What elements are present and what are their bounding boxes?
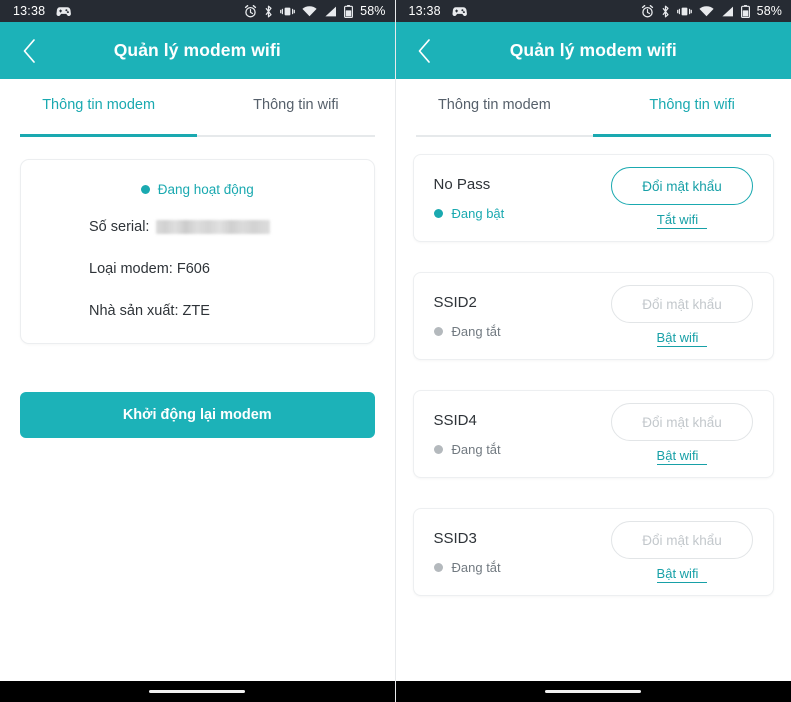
wifi-icon xyxy=(302,5,317,16)
gesture-nav-bar xyxy=(395,681,791,702)
wifi-state-row: Đang bật xyxy=(433,205,505,221)
modem-info-content: Đang hoạt động Số serial: Loại modem: F6… xyxy=(0,137,395,681)
change-password-button: Đổi mật khẩu xyxy=(611,403,753,441)
status-bar-left: 13:38 xyxy=(409,4,467,18)
status-dot-icon xyxy=(140,185,150,194)
notification-game-icon xyxy=(452,6,467,16)
back-button[interactable] xyxy=(6,28,52,74)
toggle-wifi-link[interactable]: Tắt wifi xyxy=(656,212,708,229)
change-password-button: Đổi mật khẩu xyxy=(611,521,753,559)
tab-bar: Thông tin modem Thông tin wifi xyxy=(0,79,395,137)
tab-thong-tin-modem[interactable]: Thông tin modem xyxy=(396,79,594,137)
wifi-card-info: No Pass Đang bật xyxy=(433,175,505,221)
ssid-name: SSID4 xyxy=(433,411,477,429)
app-bar: Quản lý modem wifi xyxy=(0,22,395,79)
change-password-button[interactable]: Đổi mật khẩu xyxy=(611,167,753,205)
status-dot-icon xyxy=(433,326,443,336)
wifi-card-info: SSID4 Đang tắt xyxy=(433,411,501,457)
list-item[interactable]: SSID3 Đang tắt Đổi mật khẩu Bật wifi xyxy=(412,508,774,596)
status-bar-right: 58% xyxy=(641,4,782,18)
wifi-network-list: No Pass Đang bật Đổi mật khẩu Tắt wifi S… xyxy=(396,137,791,596)
modem-manufacturer-row: Nhà sản xuất: ZTE xyxy=(89,303,210,319)
gesture-nav-bar xyxy=(0,681,395,702)
status-bar: 13:38 58% xyxy=(0,0,395,22)
back-button[interactable] xyxy=(402,28,448,74)
wifi-card-actions: Đổi mật khẩu Tắt wifi xyxy=(611,167,753,229)
wifi-card-actions: Đổi mật khẩu Bật wifi xyxy=(611,285,753,347)
toggle-wifi-link[interactable]: Bật wifi xyxy=(656,330,708,347)
wifi-card-actions: Đổi mật khẩu Bật wifi xyxy=(611,403,753,465)
ssid-name: SSID3 xyxy=(433,529,477,547)
tab-thong-tin-wifi[interactable]: Thông tin wifi xyxy=(197,79,394,137)
modem-serial-label: Số serial: xyxy=(89,219,150,235)
status-dot-icon xyxy=(433,208,443,218)
signal-icon xyxy=(722,6,733,16)
tab-thong-tin-wifi[interactable]: Thông tin wifi xyxy=(593,79,791,137)
wifi-card-info: SSID2 Đang tắt xyxy=(433,293,501,339)
bluetooth-icon xyxy=(662,5,669,17)
left-panel-modem-info: 13:38 58% Quản lý modem wifi Thông tin m… xyxy=(0,0,396,702)
wifi-state-label: Đang tắt xyxy=(451,559,501,575)
tab-bar: Thông tin modem Thông tin wifi xyxy=(395,79,791,137)
toggle-wifi-link[interactable]: Bật wifi xyxy=(656,566,708,583)
wifi-card-actions: Đổi mật khẩu Bật wifi xyxy=(611,521,753,583)
wifi-state-label: Đang bật xyxy=(451,205,505,221)
app-bar: Quản lý modem wifi xyxy=(395,22,791,79)
status-bar-clock: 13:38 xyxy=(408,4,441,18)
tab-label: Thông tin modem xyxy=(437,97,551,113)
modem-status-label: Đang hoạt động xyxy=(157,182,254,197)
notification-game-icon xyxy=(56,6,72,16)
status-bar: 13:38 58% xyxy=(395,0,791,22)
wifi-icon xyxy=(699,5,714,16)
modem-type-row: Loại modem: F606 xyxy=(89,261,210,277)
status-dot-icon xyxy=(433,444,443,454)
list-item[interactable]: SSID2 Đang tắt Đổi mật khẩu Bật wifi xyxy=(412,272,774,360)
modem-info-card: Đang hoạt động Số serial: Loại modem: F6… xyxy=(20,159,375,344)
wifi-state-label: Đang tắt xyxy=(451,323,501,339)
change-password-button: Đổi mật khẩu xyxy=(611,285,753,323)
modem-serial-redacted-value xyxy=(156,220,271,234)
toggle-wifi-link[interactable]: Bật wifi xyxy=(656,448,708,465)
battery-icon xyxy=(740,4,750,18)
signal-icon xyxy=(325,6,337,16)
wifi-card-info: SSID3 Đang tắt xyxy=(433,529,501,575)
status-bar-right: 58% xyxy=(244,4,385,18)
ssid-name: SSID2 xyxy=(433,293,477,311)
right-panel-wifi-info: 13:38 58% Quản lý modem wifi Thông tin m… xyxy=(395,0,791,702)
tab-label: Thông tin wifi xyxy=(253,97,339,113)
status-bar-left: 13:38 xyxy=(13,4,72,18)
vibrate-icon xyxy=(280,7,296,15)
list-item[interactable]: SSID4 Đang tắt Đổi mật khẩu Bật wifi xyxy=(412,390,774,478)
chevron-left-icon xyxy=(418,38,430,63)
page-title: Quản lý modem wifi xyxy=(113,40,281,60)
tab-label: Thông tin modem xyxy=(42,97,156,113)
alarm-icon xyxy=(641,4,653,17)
home-indicator[interactable] xyxy=(545,689,642,694)
tab-thong-tin-modem[interactable]: Thông tin modem xyxy=(0,79,198,137)
alarm-icon xyxy=(245,4,257,17)
modem-serial-row: Số serial: xyxy=(21,219,374,235)
ssid-name: No Pass xyxy=(433,175,491,193)
wifi-state-row: Đang tắt xyxy=(433,323,501,339)
bluetooth-icon xyxy=(265,5,272,17)
chevron-left-icon xyxy=(23,38,35,63)
page-title: Quản lý modem wifi xyxy=(509,40,677,60)
status-bar-clock: 13:38 xyxy=(13,4,46,18)
battery-percentage: 58% xyxy=(360,4,386,18)
dual-screenshot-container: 13:38 58% Quản lý modem wifi Thông tin m… xyxy=(0,0,791,702)
status-dot-icon xyxy=(433,562,443,572)
restart-modem-button[interactable]: Khởi động lại modem xyxy=(20,392,375,438)
wifi-state-label: Đang tắt xyxy=(451,441,501,457)
battery-percentage: 58% xyxy=(756,4,782,18)
wifi-info-content: No Pass Đang bật Đổi mật khẩu Tắt wifi S… xyxy=(395,137,791,681)
wifi-state-row: Đang tắt xyxy=(433,559,501,575)
wifi-state-row: Đang tắt xyxy=(433,441,501,457)
battery-icon xyxy=(344,4,354,18)
home-indicator[interactable] xyxy=(149,689,246,694)
modem-status-row: Đang hoạt động xyxy=(21,182,374,197)
tab-label: Thông tin wifi xyxy=(649,97,735,113)
list-item[interactable]: No Pass Đang bật Đổi mật khẩu Tắt wifi xyxy=(412,154,774,242)
vibrate-icon xyxy=(676,7,692,15)
